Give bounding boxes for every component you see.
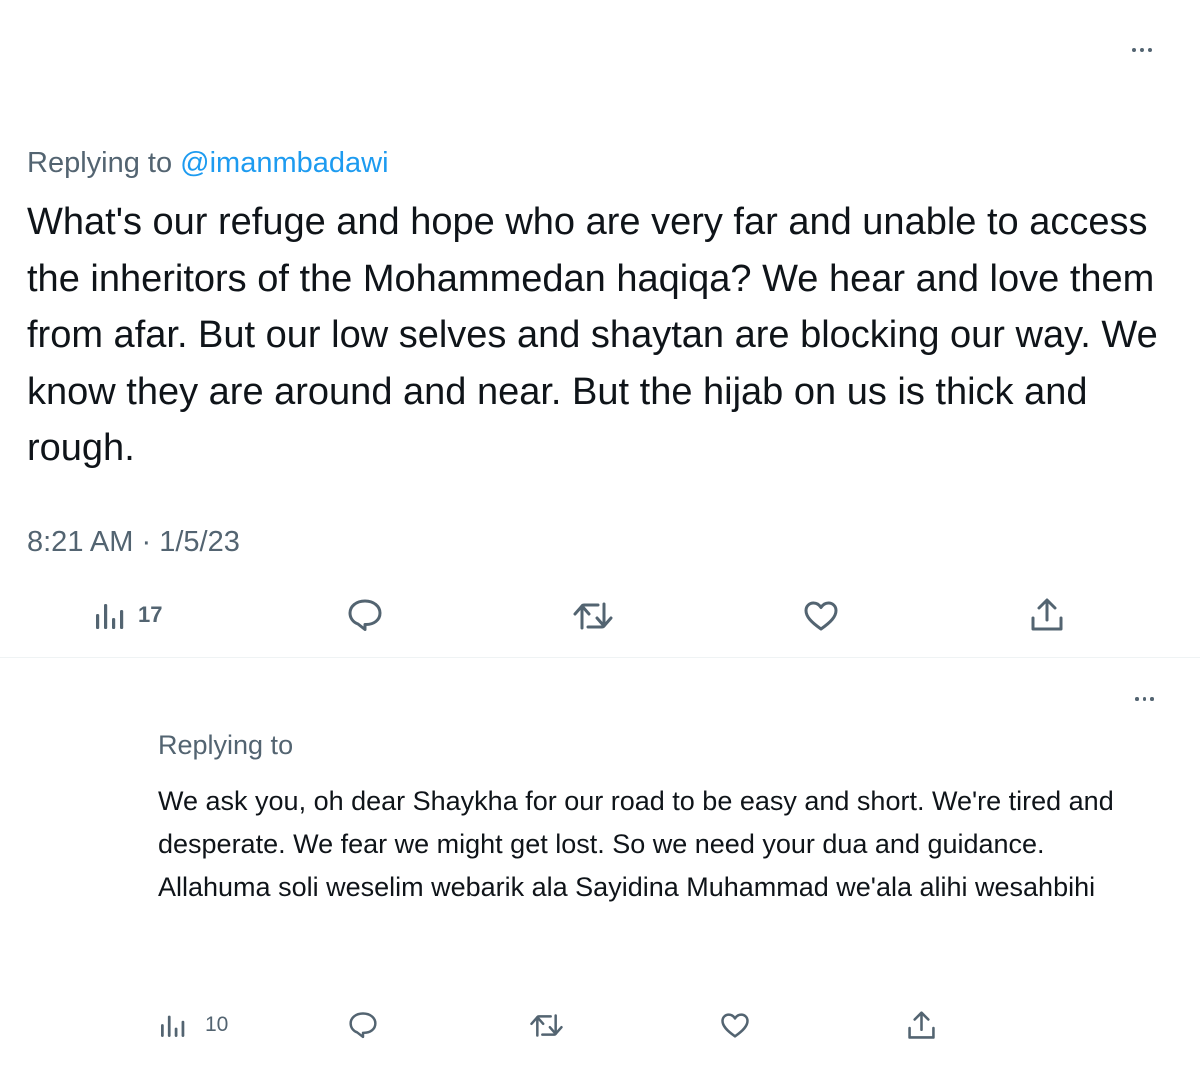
main-tweet-text: What's our refuge and hope who are very … [27, 201, 1158, 469]
like-icon [721, 1013, 749, 1038]
main-reply-button[interactable] [347, 598, 383, 632]
main-share-button[interactable] [1030, 597, 1064, 633]
reply-more-button[interactable] [1135, 697, 1154, 701]
reply-share-button[interactable] [907, 1010, 936, 1041]
reply-icon [349, 1012, 377, 1039]
reply-views-count: 10 [205, 1013, 229, 1036]
more-icon-dot [1142, 697, 1146, 701]
like-icon [804, 601, 838, 631]
timestamp-time: 8:21 AM [27, 526, 134, 558]
more-icon-dot [1148, 48, 1152, 52]
main-replying-to: Replying to @imanmbadawi [27, 144, 389, 182]
reply-reply-button[interactable] [348, 1011, 378, 1039]
timestamp-separator: · [141, 526, 152, 558]
reply-text-paragraph: Allahuma soli weselim webarik ala Sayidi… [158, 872, 1096, 902]
replying-to-label: Replying to [27, 147, 181, 179]
retweet-icon [530, 1014, 563, 1037]
retweet-icon [573, 602, 613, 630]
reply-text-paragraph: We ask you, oh dear Shaykha for our road… [158, 786, 1114, 859]
reply-views-button[interactable]: 10 [161, 1012, 228, 1038]
tweet-divider [0, 657, 1200, 658]
main-retweet-button[interactable] [572, 601, 614, 631]
more-icon-dot [1140, 48, 1144, 52]
more-icon-dot [1135, 697, 1139, 701]
main-more-button[interactable] [1132, 48, 1152, 52]
views-icon [161, 1015, 185, 1037]
reply-replying-to: Replying to [158, 730, 294, 760]
more-icon-dot [1150, 697, 1154, 701]
reply-like-button[interactable] [720, 1012, 750, 1039]
share-icon [908, 1011, 935, 1039]
timestamp-date: 1/5/23 [159, 526, 240, 558]
main-tweet-timestamp[interactable]: 8:21 AM · 1/5/23 [27, 523, 240, 561]
views-icon [96, 604, 124, 629]
main-views-button[interactable]: 17 [96, 600, 162, 630]
reply-tweet-text: We ask you, oh dear Shaykha for our road… [158, 780, 1158, 909]
reply-retweet-button[interactable] [529, 1013, 564, 1038]
main-like-button[interactable] [803, 600, 839, 632]
reply-icon [348, 599, 382, 631]
more-icon-dot [1132, 48, 1136, 52]
replying-to-handle-link[interactable]: @imanmbadawi [180, 147, 388, 179]
main-views-count: 17 [138, 602, 163, 627]
share-icon [1031, 598, 1063, 631]
